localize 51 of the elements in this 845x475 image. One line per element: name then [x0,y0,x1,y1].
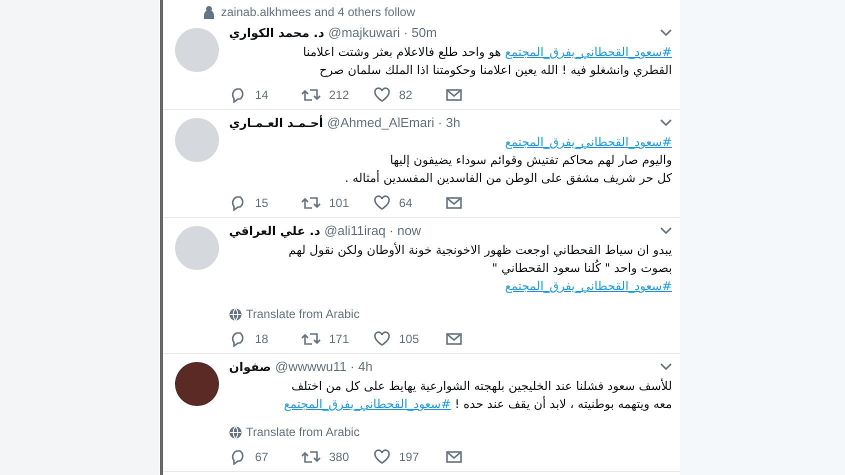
heart-icon[interactable] [373,87,391,103]
tweet-text: يبدو ان سياط القحطاني اوجعت ظهور الاخونجية خونة الأوطان ولكن نقول لهم بصوت واحد " كُلنا سعود القحطاني " #سعود_القحطاني_يفرق_المجتمع [288,242,672,295]
hashtag-link[interactable]: #سعود_القحطاني_يفرق_المجتمع [504,45,672,59]
retweet-count: 212 [329,87,350,103]
retweet-icon[interactable] [301,195,321,211]
reply-count: 15 [255,195,268,211]
user-name[interactable]: أحـمـد العـمـاري [229,114,324,132]
like-count: 105 [399,331,420,347]
retweet-count: 171 [329,331,350,347]
user-handle[interactable]: @ali11iraq · now [324,222,422,240]
envelope-icon[interactable] [445,331,463,347]
like-count: 82 [399,87,412,103]
like-count: 64 [399,195,412,211]
tweet-text: #سعود_القحطاني_يفرق_المجتمع هو واحد طلع فالاعلام بعثر وشتت اعلامنا القطري وانشغلو فيه ! الله يعين اعلامنا وحكومتنا اذا الملك سلمان صرح [302,44,672,79]
chevron-icon[interactable] [660,227,672,235]
envelope-icon[interactable] [445,449,463,465]
heart-icon[interactable] [373,449,391,465]
translate-link[interactable]: Translate from Arabic [246,305,360,323]
hashtag-link[interactable]: #سعود_القحطاني_يفرق_المجتمع [284,397,451,411]
heart-icon[interactable] [373,195,391,211]
user-handle[interactable]: @wwwwu11 · 4h [275,358,373,376]
retweet-icon[interactable] [301,87,321,103]
envelope-icon[interactable] [445,195,463,211]
like-count: 197 [399,449,420,465]
hashtag-link[interactable]: #سعود_القحطاني_يفرق_المجتمع [504,135,672,149]
globe-icon [229,426,242,438]
reply-count: 67 [255,449,268,465]
heart-icon[interactable] [373,331,391,347]
retweet-count: 101 [329,195,350,211]
user-name[interactable]: صفوان [229,358,272,376]
globe-icon [229,308,242,320]
avatar-photo-placeholder[interactable] [175,362,219,406]
retweet-icon[interactable] [301,449,321,465]
user-name[interactable]: د. علي العراقي [229,222,320,240]
person-icon [203,4,215,18]
user-handle[interactable]: @Ahmed_AlEmari · 3h [327,114,460,132]
retweet-count: 380 [329,449,350,465]
translate-link[interactable]: Translate from Arabic [246,423,360,441]
chevron-icon[interactable] [660,29,672,37]
hashtag-link[interactable]: #سعود_القحطاني_يفرق_المجتمع [504,279,672,293]
reply-count: 18 [255,331,268,347]
envelope-icon[interactable] [445,87,463,103]
chevron-icon[interactable] [660,363,672,371]
chevron-icon[interactable] [660,119,672,127]
social-context-text: zainab.alkhmees and 4 others follow [221,4,416,20]
retweet-icon[interactable] [301,331,321,347]
user-name[interactable]: د. محمد الكواري [229,24,324,42]
tweet-text: للأسف سعود فشلنا عند الخليجين بلهجته الشوارعية يهايط على كل من اختلف معه ويتهمه بوطنيته ، لابد أن يقف عند حده ! #سعود_القحطاني_يفرق_المجتمع [282,378,672,413]
tweet-text: #سعود_القحطاني_يفرق_المجتمع واليوم صار لهم محاكم تفتيش وقوائم سوداء يضيفون إليها كل حر شريف مشفق على الوطن من الفاسدين المفسدين أمثاله . [344,134,672,187]
reply-count: 14 [255,87,268,103]
user-handle[interactable]: @majkuwari · 50m [328,24,437,42]
